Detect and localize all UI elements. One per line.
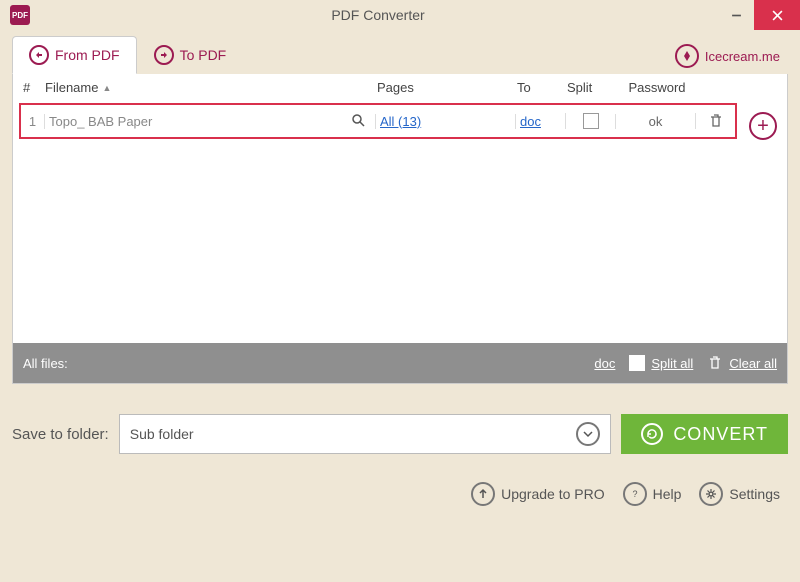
brand-link[interactable]: Icecream.me: [667, 38, 788, 74]
icecream-icon: [675, 44, 699, 68]
save-label: Save to folder:: [12, 426, 109, 443]
save-folder-value: Sub folder: [130, 426, 194, 442]
minimize-button[interactable]: [718, 0, 754, 30]
col-num[interactable]: #: [19, 80, 45, 95]
trash-icon: [708, 113, 724, 129]
col-to[interactable]: To: [517, 80, 567, 95]
panel-footer: All files: doc Split all Clear all: [13, 343, 787, 383]
row-number: 1: [21, 114, 45, 129]
row-delete[interactable]: [695, 113, 735, 129]
col-password[interactable]: Password: [617, 80, 697, 95]
add-file-button[interactable]: +: [749, 112, 777, 140]
tab-label: To PDF: [180, 47, 227, 63]
brand-link-label: Icecream.me: [705, 49, 780, 64]
app-icon: PDF: [10, 5, 30, 25]
settings-button[interactable]: Settings: [699, 482, 780, 506]
svg-text:?: ?: [632, 489, 637, 499]
row-pages[interactable]: All (13): [375, 114, 515, 129]
to-pdf-icon: [154, 45, 174, 65]
footer-clear-all[interactable]: Clear all: [707, 355, 777, 371]
help-button[interactable]: ? Help: [623, 482, 682, 506]
footer-split-all[interactable]: Split all: [629, 355, 693, 371]
tab-label: From PDF: [55, 47, 120, 63]
col-filename[interactable]: Filename ▲: [45, 80, 377, 95]
help-icon: ?: [623, 482, 647, 506]
trash-icon: [707, 355, 723, 371]
tab-row: From PDF To PDF Icecream.me: [0, 30, 800, 74]
upgrade-button[interactable]: Upgrade to PRO: [471, 482, 605, 506]
tab-to-pdf[interactable]: To PDF: [137, 36, 244, 74]
preview-icon[interactable]: [351, 113, 365, 130]
title-bar: PDF PDF Converter: [0, 0, 800, 30]
row-split[interactable]: [565, 113, 615, 129]
close-button[interactable]: [754, 0, 800, 30]
footer-all-files-label: All files:: [23, 356, 580, 371]
footer-all-to[interactable]: doc: [594, 356, 615, 371]
file-panel: # Filename ▲ Pages To Split Password 1 T…: [12, 74, 788, 384]
convert-icon: [641, 423, 663, 445]
table-row[interactable]: 1 Topo_ BAB Paper All (13) doc ok: [19, 103, 737, 139]
save-row: Save to folder: Sub folder CONVERT: [12, 414, 788, 454]
gear-icon: [699, 482, 723, 506]
from-pdf-icon: [29, 45, 49, 65]
convert-label: CONVERT: [673, 424, 768, 445]
sort-asc-icon: ▲: [102, 83, 111, 93]
window-title: PDF Converter: [38, 7, 718, 23]
chevron-down-icon: [576, 422, 600, 446]
col-split[interactable]: Split: [567, 80, 617, 95]
col-pages[interactable]: Pages: [377, 80, 517, 95]
arrow-up-icon: [471, 482, 495, 506]
row-filename: Topo_ BAB Paper: [45, 113, 375, 130]
column-headers: # Filename ▲ Pages To Split Password: [13, 74, 787, 101]
row-password[interactable]: ok: [615, 114, 695, 129]
split-checkbox[interactable]: [583, 113, 599, 129]
bottom-actions: Upgrade to PRO ? Help Settings: [0, 482, 780, 506]
convert-button[interactable]: CONVERT: [621, 414, 788, 454]
tab-from-pdf[interactable]: From PDF: [12, 36, 137, 74]
row-to[interactable]: doc: [515, 114, 565, 129]
split-all-checkbox[interactable]: [629, 355, 645, 371]
save-folder-select[interactable]: Sub folder: [119, 414, 612, 454]
